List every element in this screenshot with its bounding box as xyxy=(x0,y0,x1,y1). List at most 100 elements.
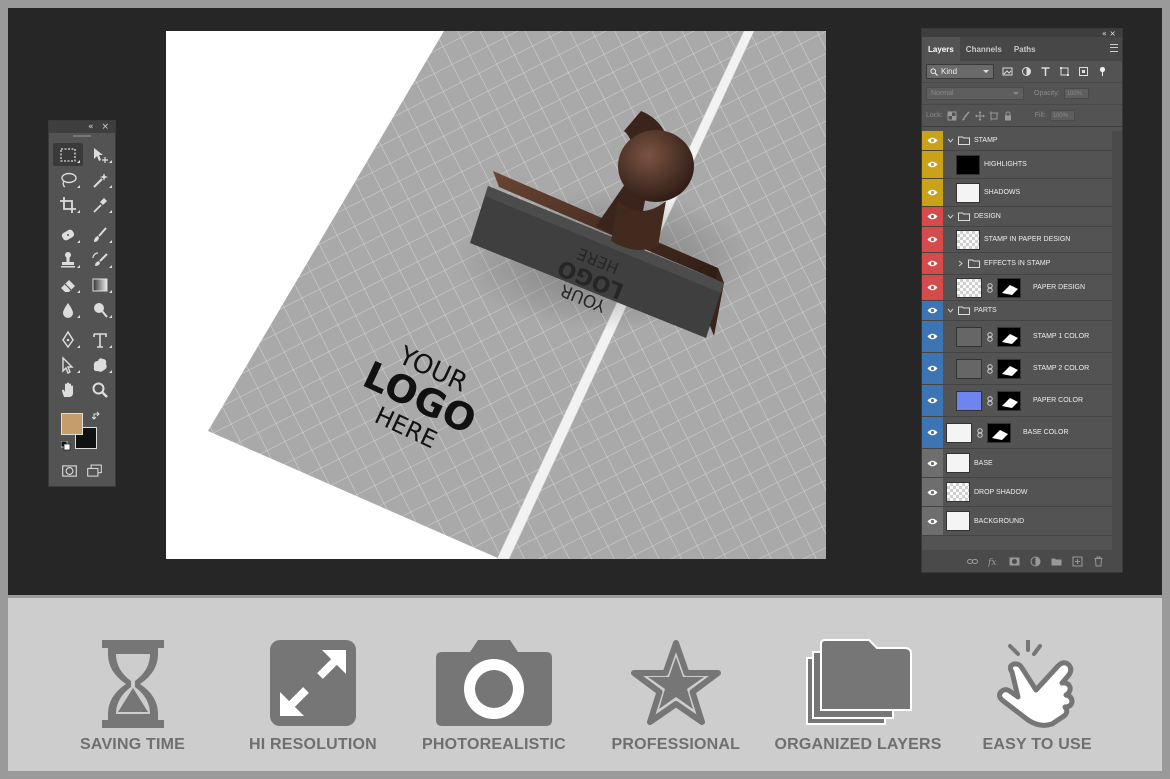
visibility-eye-icon[interactable] xyxy=(922,151,943,178)
fx-icon[interactable]: fx xyxy=(988,556,999,567)
visibility-eye-icon[interactable] xyxy=(922,179,943,206)
hand-icon[interactable] xyxy=(53,378,83,401)
pixel-filter-icon[interactable] xyxy=(1002,66,1013,77)
layer-row[interactable]: STAMP 2 COLOR xyxy=(922,353,1112,385)
layer-mask-thumbnail[interactable] xyxy=(997,390,1021,411)
layer-thumbnail[interactable] xyxy=(956,277,982,298)
layer-row[interactable]: STAMP xyxy=(922,131,1112,151)
visibility-eye-icon[interactable] xyxy=(922,131,943,150)
layer-thumbnail[interactable] xyxy=(946,511,970,531)
fill-input[interactable]: 100% xyxy=(1049,110,1075,121)
mask-link-icon[interactable] xyxy=(986,363,993,374)
brush-icon[interactable] xyxy=(85,223,115,246)
layer-thumbnail[interactable] xyxy=(956,358,982,379)
lock-artboard-icon[interactable] xyxy=(988,110,999,121)
layer-row[interactable]: PAPER COLOR xyxy=(922,385,1112,417)
lock-transparent-icon[interactable] xyxy=(947,111,957,121)
add-mask-icon[interactable] xyxy=(1009,556,1020,567)
link-layers-icon[interactable] xyxy=(967,556,978,567)
magic-wand-icon[interactable] xyxy=(85,168,115,191)
collapse-icon[interactable]: « xyxy=(88,122,94,132)
tab-layers[interactable]: Layers xyxy=(922,37,960,61)
visibility-eye-icon[interactable] xyxy=(922,227,943,252)
quick-mask-icon[interactable] xyxy=(61,463,78,479)
lock-position-icon[interactable] xyxy=(974,110,985,121)
new-group-icon[interactable] xyxy=(1051,556,1062,567)
layer-mask-thumbnail[interactable] xyxy=(997,326,1021,347)
layer-row[interactable]: BASE xyxy=(922,449,1112,478)
foreground-color-swatch[interactable] xyxy=(61,413,83,435)
layer-row[interactable]: SHADOWS xyxy=(922,179,1112,207)
zoom-icon[interactable] xyxy=(85,378,115,401)
adjustment-filter-icon[interactable] xyxy=(1021,66,1032,77)
layer-thumbnail[interactable] xyxy=(956,154,980,175)
rectangular-marquee-icon[interactable] xyxy=(53,143,83,166)
layer-mask-thumbnail[interactable] xyxy=(997,277,1021,298)
visibility-eye-icon[interactable] xyxy=(922,417,943,448)
default-colors-icon[interactable] xyxy=(61,441,71,451)
close-icon[interactable]: × xyxy=(101,122,109,132)
clone-stamp-icon[interactable] xyxy=(53,248,83,271)
screen-mode-icon[interactable] xyxy=(86,463,103,479)
visibility-eye-icon[interactable] xyxy=(922,478,943,506)
visibility-eye-icon[interactable] xyxy=(922,385,943,416)
mask-link-icon[interactable] xyxy=(986,282,993,293)
layer-row[interactable]: HIGHLIGHTS xyxy=(922,151,1112,179)
lasso-icon[interactable] xyxy=(53,168,83,191)
type-filter-icon[interactable] xyxy=(1040,66,1051,77)
layer-thumbnail[interactable] xyxy=(956,326,982,347)
layer-row[interactable]: BASE COLOR xyxy=(922,417,1112,449)
move-icon[interactable] xyxy=(85,143,115,166)
layer-row[interactable]: EFFECTS IN STAMP xyxy=(922,253,1112,275)
lock-all-icon[interactable] xyxy=(1003,111,1013,121)
eyedropper-icon[interactable] xyxy=(85,193,115,216)
chevron-down-icon[interactable] xyxy=(946,213,954,221)
layers-scrollbar[interactable] xyxy=(1112,131,1122,551)
lock-pixels-icon[interactable] xyxy=(961,111,971,121)
adjustment-layer-icon[interactable] xyxy=(1030,556,1041,567)
crop-icon[interactable] xyxy=(53,193,83,216)
visibility-eye-icon[interactable] xyxy=(922,275,943,300)
chevron-right-icon[interactable] xyxy=(956,260,964,268)
layer-row[interactable]: PARTS xyxy=(922,301,1112,321)
layer-thumbnail[interactable] xyxy=(946,453,970,473)
layer-mask-thumbnail[interactable] xyxy=(987,422,1011,443)
layer-row[interactable]: BACKGROUND xyxy=(922,507,1112,536)
custom-shape-icon[interactable] xyxy=(85,353,115,376)
layer-row[interactable]: STAMP 1 COLOR xyxy=(922,321,1112,353)
dodge-icon[interactable] xyxy=(85,298,115,321)
layer-row[interactable]: STAMP IN PAPER DESIGN xyxy=(922,227,1112,253)
shape-filter-icon[interactable] xyxy=(1059,66,1070,77)
chevron-down-icon[interactable] xyxy=(946,137,954,145)
visibility-eye-icon[interactable] xyxy=(922,301,943,320)
panel-menu-icon[interactable] xyxy=(1110,44,1118,52)
visibility-eye-icon[interactable] xyxy=(922,253,943,274)
gradient-icon[interactable] xyxy=(85,273,115,296)
swap-colors-icon[interactable] xyxy=(92,411,102,421)
type-icon[interactable] xyxy=(85,328,115,351)
layer-thumbnail[interactable] xyxy=(956,390,982,411)
visibility-eye-icon[interactable] xyxy=(922,449,943,477)
healing-brush-icon[interactable] xyxy=(53,223,83,246)
layer-thumbnail[interactable] xyxy=(956,182,980,203)
filter-toggle-icon[interactable] xyxy=(1097,66,1108,77)
smart-object-filter-icon[interactable] xyxy=(1078,66,1089,77)
trash-icon[interactable] xyxy=(1093,556,1104,567)
filter-kind-select[interactable]: Kind xyxy=(926,64,994,79)
layer-thumbnail[interactable] xyxy=(956,229,980,250)
path-selection-icon[interactable] xyxy=(53,353,83,376)
layer-row[interactable]: DESIGN xyxy=(922,207,1112,227)
layer-row[interactable]: DROP SHADOW xyxy=(922,478,1112,507)
visibility-eye-icon[interactable] xyxy=(922,207,943,226)
pen-icon[interactable] xyxy=(53,328,83,351)
blend-mode-select[interactable]: Normal xyxy=(926,87,1024,100)
history-brush-icon[interactable] xyxy=(85,248,115,271)
layer-thumbnail[interactable] xyxy=(946,482,970,502)
chevron-down-icon[interactable] xyxy=(946,307,954,315)
tab-channels[interactable]: Channels xyxy=(960,37,1008,61)
visibility-eye-icon[interactable] xyxy=(922,321,943,352)
new-layer-icon[interactable] xyxy=(1072,556,1083,567)
opacity-input[interactable]: 100% xyxy=(1063,88,1089,99)
blur-icon[interactable] xyxy=(53,298,83,321)
mask-link-icon[interactable] xyxy=(986,331,993,342)
